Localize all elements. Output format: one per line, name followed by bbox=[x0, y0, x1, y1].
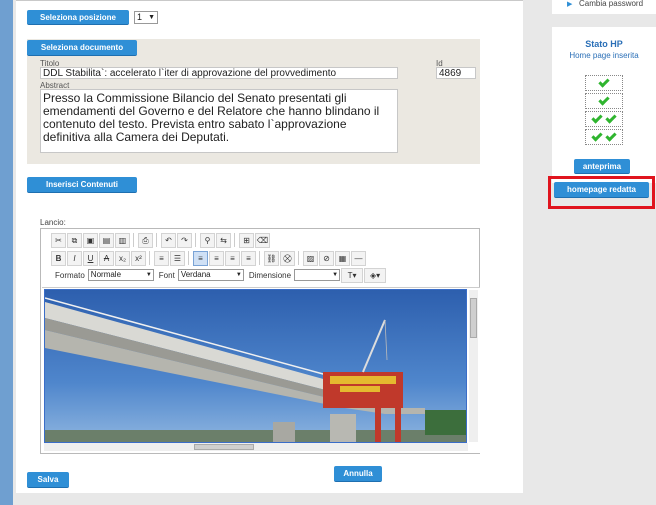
homepage-edited-button[interactable]: homepage redatta bbox=[554, 182, 649, 198]
left-edge-strip bbox=[0, 0, 13, 505]
bullet-list-icon[interactable]: ☰ bbox=[170, 250, 185, 266]
toolbar-separator bbox=[133, 233, 135, 247]
account-card: ▶ Cambia password bbox=[552, 0, 656, 14]
position-select-value: 1 bbox=[137, 12, 143, 22]
replace-icon[interactable]: ⇆ bbox=[216, 232, 231, 248]
bridge-photo-svg bbox=[45, 290, 466, 442]
unlink-icon[interactable]: ⛒ bbox=[280, 250, 295, 266]
position-select[interactable]: 1 ▼ bbox=[134, 11, 158, 24]
align-right-icon[interactable]: ≡ bbox=[225, 250, 240, 266]
toolbar-separator bbox=[195, 233, 197, 247]
check-icon bbox=[591, 111, 603, 124]
scrollbar-thumb[interactable] bbox=[470, 298, 477, 338]
cancel-button[interactable]: Annulla bbox=[334, 466, 382, 482]
toolbar-separator bbox=[156, 233, 158, 247]
font-select-value: Verdana bbox=[180, 270, 211, 279]
paste-text-icon[interactable]: ▤ bbox=[99, 232, 114, 248]
remove-format-icon[interactable]: ⌫ bbox=[255, 232, 270, 248]
size-label: Dimensione bbox=[248, 270, 292, 280]
change-password-link[interactable]: Cambia password bbox=[579, 0, 643, 8]
abstract-field[interactable]: Presso la Commissione Bilancio del Senat… bbox=[40, 89, 398, 153]
status-check-3 bbox=[585, 111, 623, 127]
superscript-icon[interactable]: x² bbox=[131, 250, 146, 266]
toolbar-separator bbox=[259, 251, 261, 265]
format-label: Formato bbox=[55, 270, 85, 280]
toolbar-row-3: Formato Normale ▼ Font Verdana ▼ Dimensi… bbox=[51, 267, 387, 283]
format-select[interactable]: Normale ▼ bbox=[87, 269, 154, 281]
flash-icon[interactable]: ⊘ bbox=[319, 250, 334, 266]
find-icon[interactable]: ⚲ bbox=[200, 232, 215, 248]
top-divider bbox=[16, 0, 523, 1]
bold-icon[interactable]: B bbox=[51, 250, 66, 266]
chevron-down-icon: ▼ bbox=[145, 272, 152, 278]
cut-icon[interactable]: ✂ bbox=[51, 232, 66, 248]
select-position-button[interactable]: Seleziona posizione bbox=[27, 10, 129, 25]
horizontal-scrollbar[interactable] bbox=[44, 443, 468, 451]
paste-word-icon[interactable]: ▥ bbox=[115, 232, 130, 248]
select-all-icon[interactable]: ⊞ bbox=[239, 232, 254, 248]
check-icon bbox=[605, 111, 617, 124]
italic-icon[interactable]: I bbox=[67, 250, 82, 266]
numbered-list-icon[interactable]: ≡ bbox=[154, 250, 169, 266]
status-check-1 bbox=[585, 75, 623, 91]
link-icon[interactable]: ⛓ bbox=[264, 250, 279, 266]
editor-content-area[interactable] bbox=[42, 287, 480, 453]
align-center-icon[interactable]: ≡ bbox=[209, 250, 224, 266]
size-select[interactable]: ▼ bbox=[294, 269, 341, 281]
status-title: Stato HP bbox=[585, 39, 623, 49]
arrow-right-icon: ▶ bbox=[567, 1, 573, 8]
text-color-icon[interactable]: T▾ bbox=[341, 267, 364, 283]
scrollbar-thumb[interactable] bbox=[194, 444, 254, 450]
check-icon bbox=[605, 129, 617, 142]
align-left-icon[interactable]: ≡ bbox=[193, 250, 208, 266]
toolbar-separator bbox=[149, 251, 151, 265]
strikethrough-icon[interactable]: A bbox=[99, 250, 114, 266]
copy-icon[interactable]: ⧉ bbox=[67, 232, 82, 248]
underline-icon[interactable]: U bbox=[83, 250, 98, 266]
toolbar-separator bbox=[188, 251, 190, 265]
subscript-icon[interactable]: x₂ bbox=[115, 250, 130, 266]
horizontal-rule-icon[interactable]: ― bbox=[351, 250, 366, 266]
chevron-down-icon: ▼ bbox=[235, 272, 242, 278]
check-icon bbox=[591, 129, 603, 142]
rich-text-editor[interactable]: ✂ ⧉ ▣ ▤ ▥ ⎙ ↶ ↷ ⚲ ⇆ ⊞ ⌫ B I U A x₂ x² ≡ … bbox=[40, 228, 480, 454]
chevron-down-icon: ▼ bbox=[332, 272, 339, 278]
redo-icon[interactable]: ↷ bbox=[177, 232, 192, 248]
id-field[interactable]: 4869 bbox=[436, 67, 476, 79]
font-select[interactable]: Verdana ▼ bbox=[177, 269, 244, 281]
preview-button[interactable]: anteprima bbox=[574, 159, 630, 174]
chevron-down-icon: ▼ bbox=[148, 14, 155, 21]
vertical-scrollbar[interactable] bbox=[469, 290, 478, 442]
font-label: Font bbox=[158, 270, 175, 280]
justify-icon[interactable]: ≡ bbox=[241, 250, 256, 266]
check-icon bbox=[598, 93, 610, 106]
insert-contents-button[interactable]: Inserisci Contenuti bbox=[27, 177, 137, 193]
undo-icon[interactable]: ↶ bbox=[161, 232, 176, 248]
status-check-4 bbox=[585, 129, 623, 145]
toolbar-separator bbox=[298, 251, 300, 265]
toolbar-row-1: ✂ ⧉ ▣ ▤ ▥ ⎙ ↶ ↷ ⚲ ⇆ ⊞ ⌫ bbox=[51, 232, 270, 248]
save-button[interactable]: Salva bbox=[27, 472, 69, 488]
format-select-value: Normale bbox=[90, 270, 122, 279]
title-field[interactable]: DDL Stabilita`: accelerato l`iter di app… bbox=[40, 67, 398, 79]
background-color-icon[interactable]: ◈▾ bbox=[364, 267, 387, 283]
status-check-2 bbox=[585, 93, 623, 109]
table-icon[interactable]: ▦ bbox=[335, 250, 350, 266]
toolbar-separator bbox=[234, 233, 236, 247]
bridge-image bbox=[44, 289, 467, 443]
image-icon[interactable]: ▨ bbox=[303, 250, 318, 266]
select-document-button[interactable]: Seleziona documento bbox=[27, 40, 137, 56]
status-subtitle: Home page inserita bbox=[569, 51, 639, 60]
toolbar-row-2: B I U A x₂ x² ≡ ☰ ≡ ≡ ≡ ≡ ⛓ ⛒ ▨ ⊘ ▦ ― bbox=[51, 250, 366, 266]
paste-icon[interactable]: ▣ bbox=[83, 232, 98, 248]
check-icon bbox=[598, 75, 610, 88]
print-icon[interactable]: ⎙ bbox=[138, 232, 153, 248]
editor-label: Lancio: bbox=[40, 218, 66, 227]
